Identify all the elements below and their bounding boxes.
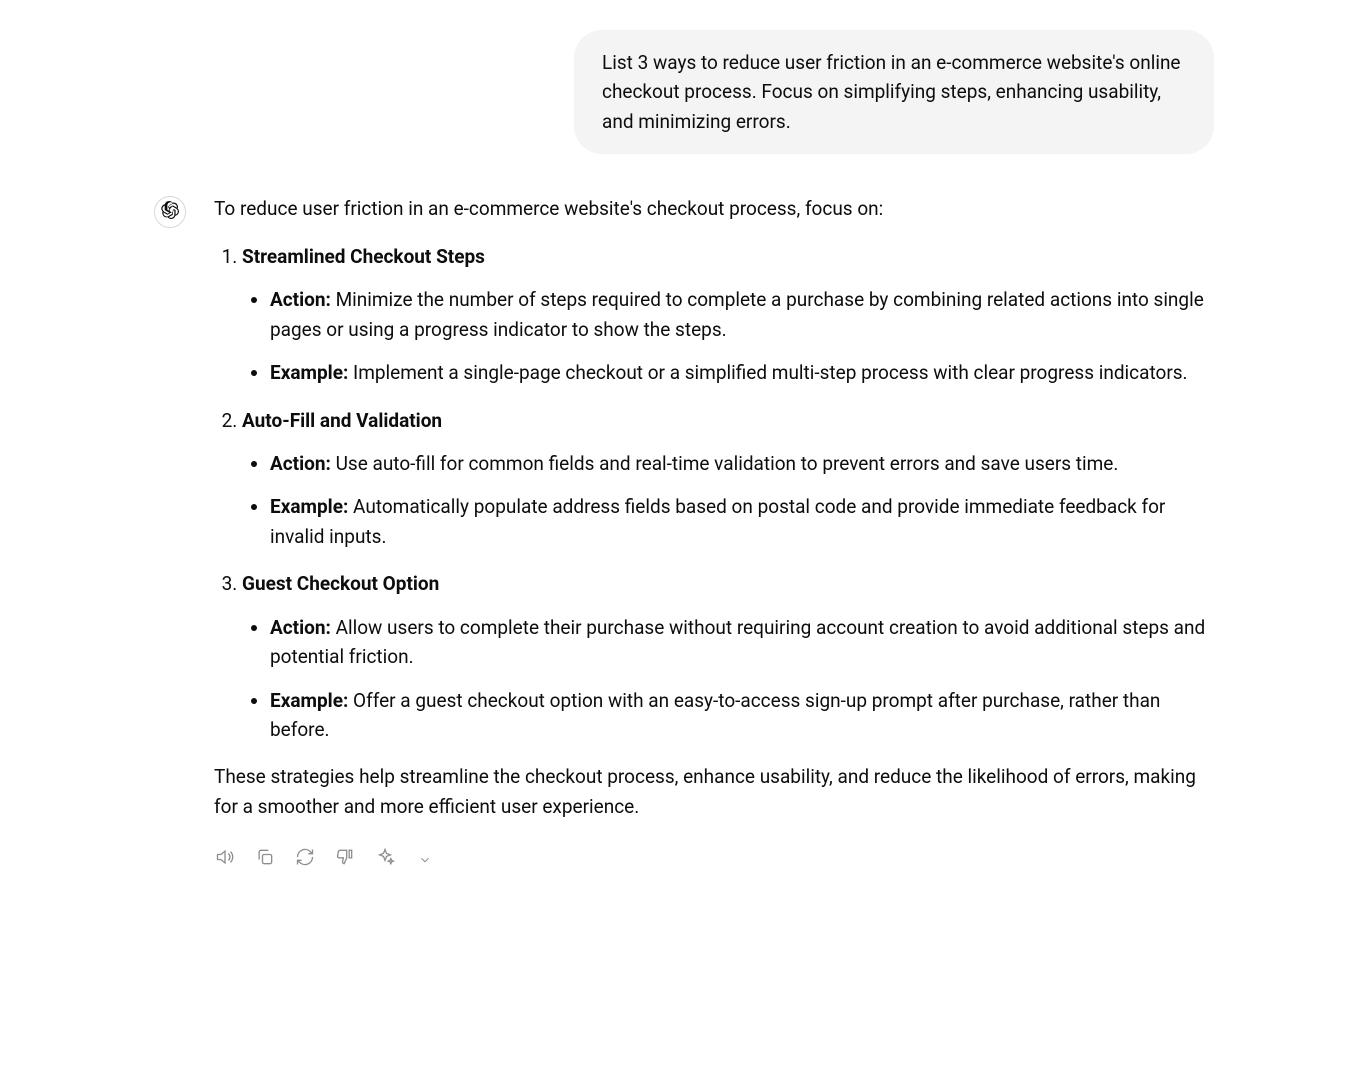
sparkle-icon	[375, 846, 395, 875]
action-label: Action:	[270, 616, 331, 639]
refresh-icon	[295, 846, 315, 875]
speaker-icon	[215, 846, 235, 875]
example-text: Automatically populate address fields ba…	[270, 495, 1165, 547]
assistant-outro: These strategies help streamline the che…	[214, 762, 1214, 821]
more-menu-button[interactable]	[414, 849, 436, 871]
example-label: Example:	[270, 495, 348, 518]
user-message-text: List 3 ways to reduce user friction in a…	[602, 51, 1181, 133]
sub-list: Action: Use auto-fill for common fields …	[242, 449, 1214, 551]
assistant-intro: To reduce user friction in an e-commerce…	[214, 194, 1214, 223]
sub-list: Action: Allow users to complete their pu…	[242, 613, 1214, 745]
item-title: Streamlined Checkout Steps	[242, 242, 1214, 271]
openai-logo-icon	[161, 198, 179, 227]
sub-item: Example: Implement a single-page checkou…	[270, 358, 1214, 387]
example-text: Offer a guest checkout option with an ea…	[270, 689, 1160, 741]
sub-list: Action: Minimize the number of steps req…	[242, 285, 1214, 387]
read-aloud-button[interactable]	[214, 849, 236, 871]
sub-item: Example: Automatically populate address …	[270, 492, 1214, 551]
user-message-bubble: List 3 ways to reduce user friction in a…	[574, 30, 1214, 154]
sub-item: Action: Allow users to complete their pu…	[270, 613, 1214, 672]
example-label: Example:	[270, 689, 348, 712]
list-item: Auto-Fill and Validation Action: Use aut…	[242, 406, 1214, 552]
example-text: Implement a single-page checkout or a si…	[348, 361, 1187, 384]
list-item: Guest Checkout Option Action: Allow user…	[242, 569, 1214, 744]
assistant-avatar	[154, 196, 186, 228]
item-title: Guest Checkout Option	[242, 569, 1214, 598]
sub-item: Action: Use auto-fill for common fields …	[270, 449, 1214, 478]
copy-button[interactable]	[254, 849, 276, 871]
list-item: Streamlined Checkout Steps Action: Minim…	[242, 242, 1214, 388]
copy-icon	[255, 846, 275, 875]
action-text: Minimize the number of steps required to…	[270, 288, 1204, 340]
action-label: Action:	[270, 288, 331, 311]
sub-item: Example: Offer a guest checkout option w…	[270, 686, 1214, 745]
action-text: Use auto-fill for common fields and real…	[331, 452, 1119, 475]
action-label: Action:	[270, 452, 331, 475]
message-actions	[214, 849, 1214, 871]
numbered-list: Streamlined Checkout Steps Action: Minim…	[214, 242, 1214, 745]
regenerate-button[interactable]	[294, 849, 316, 871]
thumbs-down-icon	[335, 846, 355, 875]
example-label: Example:	[270, 361, 348, 384]
change-model-button[interactable]	[374, 849, 396, 871]
action-text: Allow users to complete their purchase w…	[270, 616, 1205, 668]
bad-response-button[interactable]	[334, 849, 356, 871]
sub-item: Action: Minimize the number of steps req…	[270, 285, 1214, 344]
assistant-message: To reduce user friction in an e-commerce…	[154, 194, 1214, 871]
chevron-down-icon	[418, 846, 432, 875]
item-title: Auto-Fill and Validation	[242, 406, 1214, 435]
